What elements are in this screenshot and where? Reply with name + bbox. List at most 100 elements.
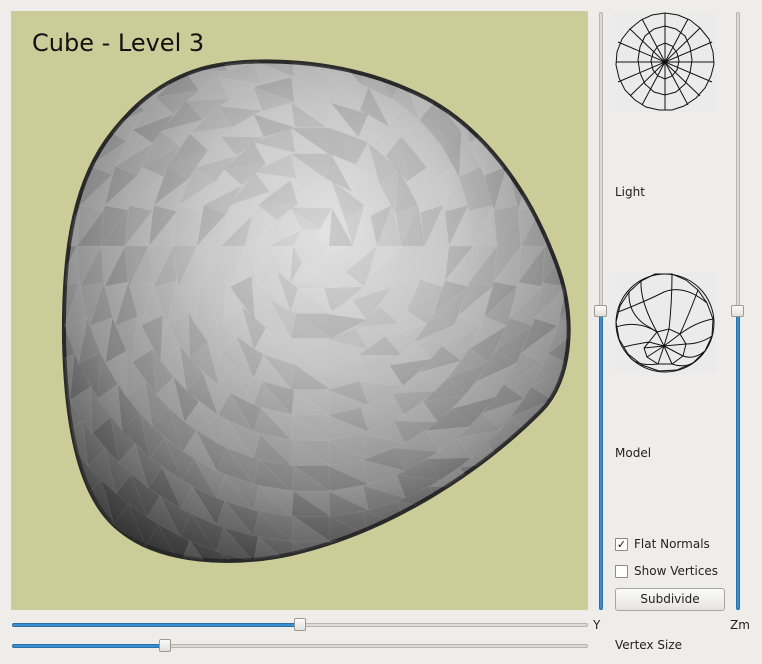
- mesh-facet: [11, 391, 12, 437]
- zoom-slider-label: Zm: [730, 618, 750, 632]
- mesh-facet: [63, 388, 65, 436]
- mesh-facet: [521, 127, 544, 175]
- mesh-facet: [550, 470, 569, 503]
- mesh-facet: [516, 61, 540, 73]
- mesh-facet: [367, 61, 406, 72]
- mesh-facet: [69, 74, 112, 106]
- mesh-facet: [11, 136, 23, 172]
- mesh-facet: [254, 562, 292, 591]
- mesh-facet: [121, 61, 167, 80]
- slider-handle[interactable]: [158, 639, 171, 652]
- mesh-facet: [557, 61, 569, 104]
- mesh-facet: [566, 400, 569, 437]
- mesh-facet: [364, 580, 405, 604]
- flat-normals-checkbox[interactable]: ✓: [615, 538, 628, 551]
- mesh-facet: [69, 61, 112, 93]
- mesh-facet: [180, 568, 216, 604]
- mesh-facet: [491, 11, 517, 43]
- zoom-slider[interactable]: [731, 12, 745, 610]
- mesh-facet: [16, 56, 55, 91]
- y-rotation-slider[interactable]: [12, 618, 588, 632]
- model-label: Model: [615, 446, 652, 460]
- mesh-facet: [85, 11, 129, 12]
- mesh-facet: [217, 11, 259, 32]
- mesh-facet: [328, 11, 362, 32]
- mesh-facet: [584, 128, 588, 173]
- mesh-facet: [217, 34, 260, 58]
- mesh-facet: [463, 503, 509, 525]
- mesh-facet: [462, 11, 491, 18]
- mesh-facet: [429, 486, 475, 510]
- mesh-facet: [328, 541, 370, 561]
- mesh-facet: [399, 580, 442, 604]
- mesh-facet: [15, 137, 49, 172]
- mesh-facet: [292, 26, 331, 51]
- mesh-facet: [452, 64, 478, 112]
- slider-handle[interactable]: [594, 305, 607, 317]
- mesh-facet: [465, 551, 511, 561]
- mesh-facet: [217, 21, 259, 44]
- rotation-x-slider[interactable]: [594, 12, 608, 610]
- mesh-facet: [11, 127, 23, 166]
- mesh-facet: [29, 246, 53, 286]
- mesh-facet: [63, 353, 65, 402]
- mesh-facet: [32, 283, 56, 326]
- mesh-facet: [430, 11, 460, 25]
- mesh-facet: [223, 580, 258, 610]
- show-vertices-checkbox[interactable]: [615, 565, 628, 578]
- slider-handle[interactable]: [731, 305, 744, 317]
- mesh-facet: [396, 11, 428, 33]
- mesh-facet: [476, 94, 496, 143]
- vertex-size-slider[interactable]: [12, 639, 588, 653]
- mesh-facet: [63, 61, 84, 92]
- mesh-facet: [11, 90, 38, 127]
- mesh-facet: [441, 11, 474, 25]
- mesh-facet: [547, 127, 569, 175]
- mesh-facet: [11, 283, 13, 326]
- mesh-facet: [11, 172, 38, 209]
- viewport-title: Cube - Level 3: [32, 29, 205, 57]
- mesh-facet: [216, 580, 253, 610]
- mesh-facet: [11, 320, 13, 364]
- mesh-facet: [363, 536, 407, 561]
- mesh-facet: [32, 173, 63, 209]
- mesh-facet: [544, 435, 569, 470]
- mesh-facet: [63, 104, 92, 139]
- mesh-facet: [11, 425, 29, 471]
- mesh-facet: [573, 326, 588, 364]
- mesh-facet: [584, 56, 588, 102]
- mesh-facet: [537, 11, 563, 39]
- mesh-facet: [58, 11, 101, 23]
- mesh-facet: [521, 11, 545, 39]
- mesh-facet: [433, 568, 477, 591]
- flat-normals-label[interactable]: Flat Normals: [634, 537, 710, 551]
- subdivide-button[interactable]: Subdivide: [615, 588, 725, 611]
- mesh-facet: [397, 540, 443, 561]
- render-viewport[interactable]: Cube - Level 3: [11, 11, 588, 610]
- mesh-facet: [503, 92, 525, 141]
- slider-handle[interactable]: [294, 618, 306, 631]
- model-trackball[interactable]: [614, 272, 716, 374]
- mesh-facet: [11, 101, 12, 136]
- light-trackball[interactable]: [614, 12, 716, 112]
- mesh-facet: [26, 320, 48, 365]
- mesh-facet: [77, 92, 119, 130]
- mesh-facet: [11, 320, 23, 364]
- mesh-facet: [486, 61, 512, 77]
- mesh-facet: [29, 209, 55, 246]
- mesh-facet: [11, 357, 12, 402]
- mesh-facet: [474, 11, 504, 48]
- mesh-facet: [469, 64, 497, 112]
- mesh-facet: [329, 592, 368, 610]
- mesh-facet: [542, 205, 567, 248]
- mesh-facet: [432, 551, 478, 561]
- mesh-facet: [15, 128, 49, 166]
- mesh-facet: [144, 551, 181, 561]
- mesh-facet: [545, 61, 568, 71]
- mesh-facet: [521, 92, 544, 140]
- mesh-facet: [438, 61, 470, 85]
- mesh-facet: [11, 67, 28, 100]
- mesh-facet: [538, 61, 559, 105]
- show-vertices-label[interactable]: Show Vertices: [634, 564, 718, 578]
- mesh-facet: [574, 438, 588, 471]
